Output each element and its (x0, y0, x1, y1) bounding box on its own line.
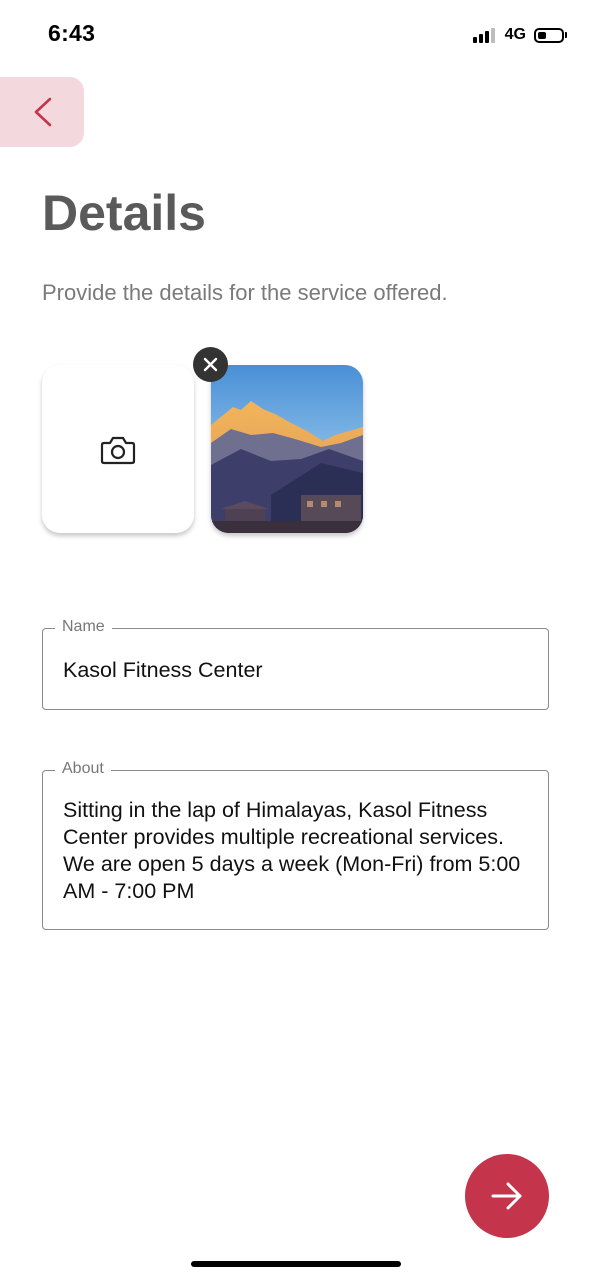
mountain-photo (211, 365, 363, 533)
close-icon (203, 357, 218, 372)
battery-level (538, 31, 546, 39)
cellular-signal-icon (472, 27, 497, 43)
battery-tip (565, 32, 567, 38)
status-indicators: 4G (472, 25, 567, 45)
add-photo-button[interactable] (42, 365, 194, 533)
name-input[interactable]: Kasol Fitness Center (63, 657, 528, 684)
arrow-right-icon (491, 1182, 522, 1210)
name-field[interactable]: Name Kasol Fitness Center (42, 618, 549, 710)
camera-icon (100, 436, 136, 465)
network-type: 4G (504, 26, 526, 43)
next-button[interactable] (465, 1154, 549, 1238)
about-field[interactable]: About Sitting in the lap of Himalayas, K… (42, 760, 549, 930)
battery-icon (534, 27, 564, 43)
remove-photo-button[interactable] (193, 347, 228, 382)
about-field-label: About (55, 760, 111, 778)
uploaded-photo[interactable] (211, 365, 363, 533)
page-subtitle: Provide the details for the service offe… (42, 280, 448, 305)
home-indicator (191, 1261, 401, 1267)
name-field-label: Name (55, 618, 112, 636)
about-textarea[interactable]: Sitting in the lap of Himalayas, Kasol F… (63, 797, 528, 905)
back-button[interactable] (0, 77, 84, 147)
status-time: 6:43 (48, 20, 96, 46)
status-bar: 6:43 4G (0, 0, 591, 70)
chevron-left-icon (34, 97, 52, 127)
page-title: Details (42, 185, 206, 241)
